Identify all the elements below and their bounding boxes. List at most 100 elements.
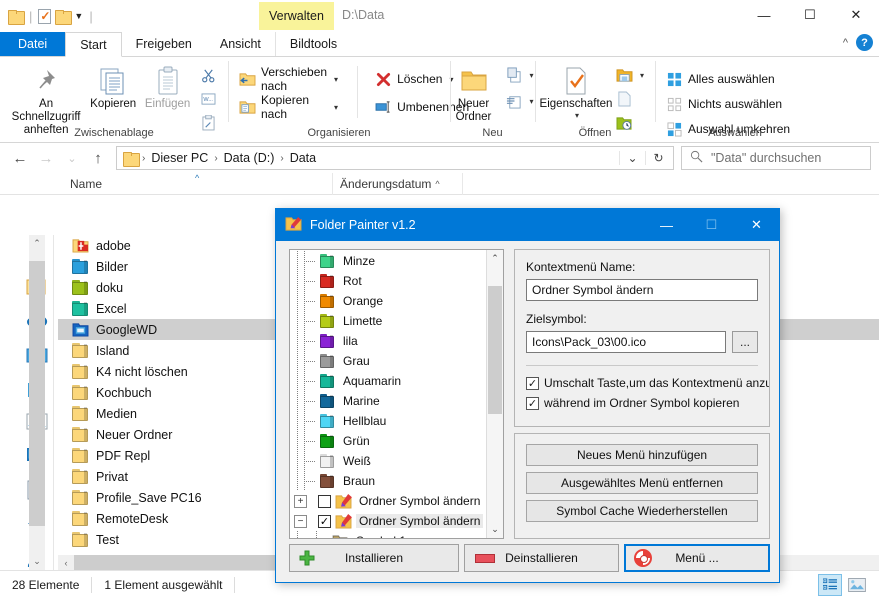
uninstall-button[interactable]: Deinstallieren	[464, 544, 619, 572]
target-symbol-input[interactable]: Icons\Pack_03\00.ico	[526, 331, 726, 353]
hscroll-left-arrow[interactable]: ‹	[58, 555, 74, 570]
properties-button[interactable]: Eigenschaften ▾	[540, 62, 612, 122]
chevron-down-icon-4[interactable]: ▾	[530, 71, 534, 80]
restore-icon-cache-button[interactable]: Symbol Cache Wiederherstellen	[526, 500, 758, 522]
remove-menu-button[interactable]: Ausgewähltes Menü entfernen	[526, 472, 758, 494]
tab-bildtools[interactable]: Bildtools	[274, 32, 351, 56]
recent-locations-button[interactable]: ⌄	[60, 146, 84, 170]
column-header-name[interactable]: ^ Name	[58, 172, 333, 195]
help-icon[interactable]: ?	[856, 34, 873, 51]
select-all-button[interactable]: Alles auswählen	[661, 68, 795, 90]
navpane-scroll-up-arrow[interactable]: ⌃	[29, 235, 45, 252]
tree-menu-node[interactable]: + Ordner Symbol ändern	[290, 491, 503, 511]
dialog-title-bar[interactable]: Folder Painter v1.2 — ☐ ✕	[276, 209, 779, 241]
refresh-icon[interactable]: ↻	[645, 151, 671, 165]
move-to-button[interactable]: Verschieben nach ▾	[234, 65, 343, 93]
tree-color-node[interactable]: Weiß	[290, 451, 503, 471]
open-button[interactable]: ▾	[611, 64, 649, 86]
tree-color-node[interactable]: Rot	[290, 271, 503, 291]
tree-color-node[interactable]: Orange	[290, 291, 503, 311]
breadcrumb-history-caret[interactable]: ⌄	[619, 151, 645, 165]
tree-node-checkbox[interactable]	[318, 494, 331, 508]
search-input[interactable]: "Data" durchsuchen	[681, 146, 871, 170]
copy-button[interactable]: Kopieren	[86, 62, 140, 113]
breadcrumb-item-0[interactable]: Dieser PC	[146, 151, 213, 165]
forward-button[interactable]: →	[34, 146, 58, 170]
shift-key-checkbox-row[interactable]: ✓ Umschalt Taste,um das Kontextmenü anzu…	[526, 376, 769, 390]
properties-page-icon[interactable]	[38, 8, 52, 24]
tree-color-node[interactable]: Braun	[290, 471, 503, 491]
navpane-scrollbar[interactable]: ⌃ ⌄	[29, 235, 45, 570]
breadcrumb-item-2[interactable]: Data	[285, 151, 321, 165]
chevron-down-icon-5[interactable]: ▾	[530, 97, 534, 106]
details-view-icon[interactable]	[818, 573, 842, 596]
cut-button[interactable]	[195, 64, 222, 86]
thumbnail-view-icon[interactable]	[845, 574, 869, 596]
close-button[interactable]: ✕	[833, 0, 879, 30]
tree-color-node[interactable]: Aquamarin	[290, 371, 503, 391]
chevron-up-icon[interactable]: ^	[843, 37, 848, 49]
navigation-pane[interactable]: ⌃ ⌄	[0, 235, 58, 570]
dialog-bottom-bar: Installieren Deinstallieren Menü ...	[276, 536, 779, 582]
copy-path-button[interactable]: W...	[195, 88, 222, 110]
tree-expander[interactable]: −	[294, 514, 307, 528]
tree-color-node[interactable]: Marine	[290, 391, 503, 411]
icon-pack-tree[interactable]: Minze Rot Orange Limette lila Grau Aquamarin Ma…	[289, 249, 504, 539]
tab-start[interactable]: Start	[65, 32, 122, 57]
tree-scroll-up-arrow[interactable]: ⌃	[487, 250, 503, 267]
tree-indent	[290, 431, 304, 451]
chevron-down-icon[interactable]: ▾	[334, 75, 338, 84]
tree-scroll-thumb[interactable]	[488, 286, 502, 414]
dialog-maximize-button[interactable]: ☐	[689, 209, 734, 241]
file-name-label: Profile_Save PC16	[96, 490, 202, 505]
select-none-button[interactable]: Nichts auswählen	[661, 93, 795, 115]
folder-icon[interactable]	[8, 9, 25, 25]
new-item-button[interactable]: ▾	[501, 64, 539, 86]
paste-button[interactable]: Einfügen	[140, 62, 195, 113]
context-menu-name-input[interactable]: Ordner Symbol ändern	[526, 279, 758, 301]
shift-key-checkbox[interactable]: ✓	[526, 376, 539, 390]
new-folder-icon[interactable]	[55, 9, 73, 25]
tab-datei[interactable]: Datei	[0, 32, 66, 56]
tree-color-node[interactable]: Grau	[290, 351, 503, 371]
contextual-tab-verwalten[interactable]: Verwalten	[259, 2, 334, 30]
column-header-date[interactable]: Änderungsdatum ^	[333, 172, 463, 195]
copy-icon-checkbox-row[interactable]: ✓ während im Ordner Symbol kopieren	[526, 396, 758, 410]
tab-freigeben[interactable]: Freigeben	[122, 32, 206, 56]
menu-button[interactable]: Menü ...	[624, 544, 770, 572]
browse-button[interactable]: ...	[732, 331, 758, 353]
navpane-scroll-thumb[interactable]	[29, 261, 45, 526]
edit-button[interactable]	[611, 88, 649, 110]
tree-scrollbar[interactable]: ⌃ ⌄	[486, 250, 503, 538]
qat-customize-caret[interactable]: ▼	[74, 11, 83, 21]
chevron-down-icon-6[interactable]: ▾	[575, 111, 579, 120]
breadcrumb-item-1[interactable]: Data (D:)	[219, 151, 280, 165]
tab-ansicht[interactable]: Ansicht	[206, 32, 275, 56]
tree-color-node[interactable]: lila	[290, 331, 503, 351]
tree-color-node[interactable]: Minze	[290, 251, 503, 271]
add-menu-button[interactable]: Neues Menü hinzufügen	[526, 444, 758, 466]
easy-access-button[interactable]: ▾	[501, 90, 539, 112]
tree-node-checkbox[interactable]: ✓	[318, 514, 331, 528]
select-none-label: Nichts auswählen	[688, 97, 783, 111]
chevron-down-icon-7[interactable]: ▾	[640, 71, 644, 80]
folder-painter-dialog[interactable]: Folder Painter v1.2 — ☐ ✕ Minze Rot Orange…	[275, 208, 780, 583]
copy-to-button[interactable]: Kopieren nach ▾	[234, 93, 343, 121]
tree-color-node[interactable]: Limette	[290, 311, 503, 331]
maximize-button[interactable]: ☐	[787, 0, 833, 30]
dialog-close-button[interactable]: ✕	[734, 209, 779, 241]
install-button[interactable]: Installieren	[289, 544, 459, 572]
dialog-minimize-button[interactable]: —	[644, 209, 689, 241]
tree-color-node[interactable]: Grün	[290, 431, 503, 451]
minimize-button[interactable]: —	[741, 0, 787, 30]
tree-expander[interactable]: +	[294, 494, 307, 508]
chevron-down-icon-2[interactable]: ▾	[334, 103, 338, 112]
new-folder-button[interactable]: Neuer Ordner	[447, 62, 501, 126]
copy-icon-checkbox[interactable]: ✓	[526, 396, 539, 410]
up-button[interactable]: ↑	[86, 146, 110, 170]
tree-menu-node[interactable]: − ✓ Ordner Symbol ändern	[290, 511, 503, 531]
tree-color-node[interactable]: Hellblau	[290, 411, 503, 431]
back-button[interactable]: ←	[8, 146, 32, 170]
breadcrumb[interactable]: › Dieser PC › Data (D:) › Data ⌄ ↻	[116, 146, 674, 170]
navpane-scroll-down-arrow[interactable]: ⌄	[29, 553, 45, 570]
